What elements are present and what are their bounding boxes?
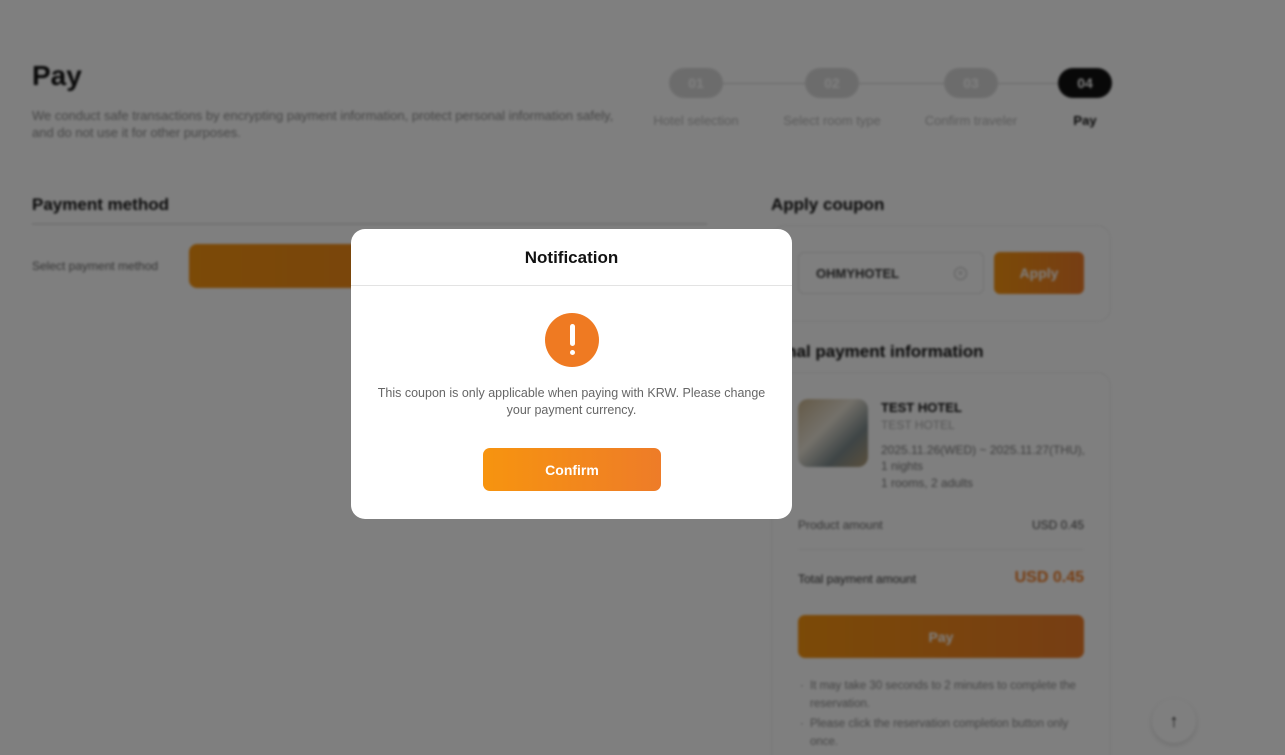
- notification-modal: Notification This coupon is only applica…: [351, 229, 792, 519]
- modal-title: Notification: [351, 229, 792, 286]
- modal-message: This coupon is only applicable when payi…: [377, 386, 766, 417]
- exclamation-circle-icon: [545, 313, 599, 367]
- confirm-button[interactable]: Confirm: [483, 448, 661, 491]
